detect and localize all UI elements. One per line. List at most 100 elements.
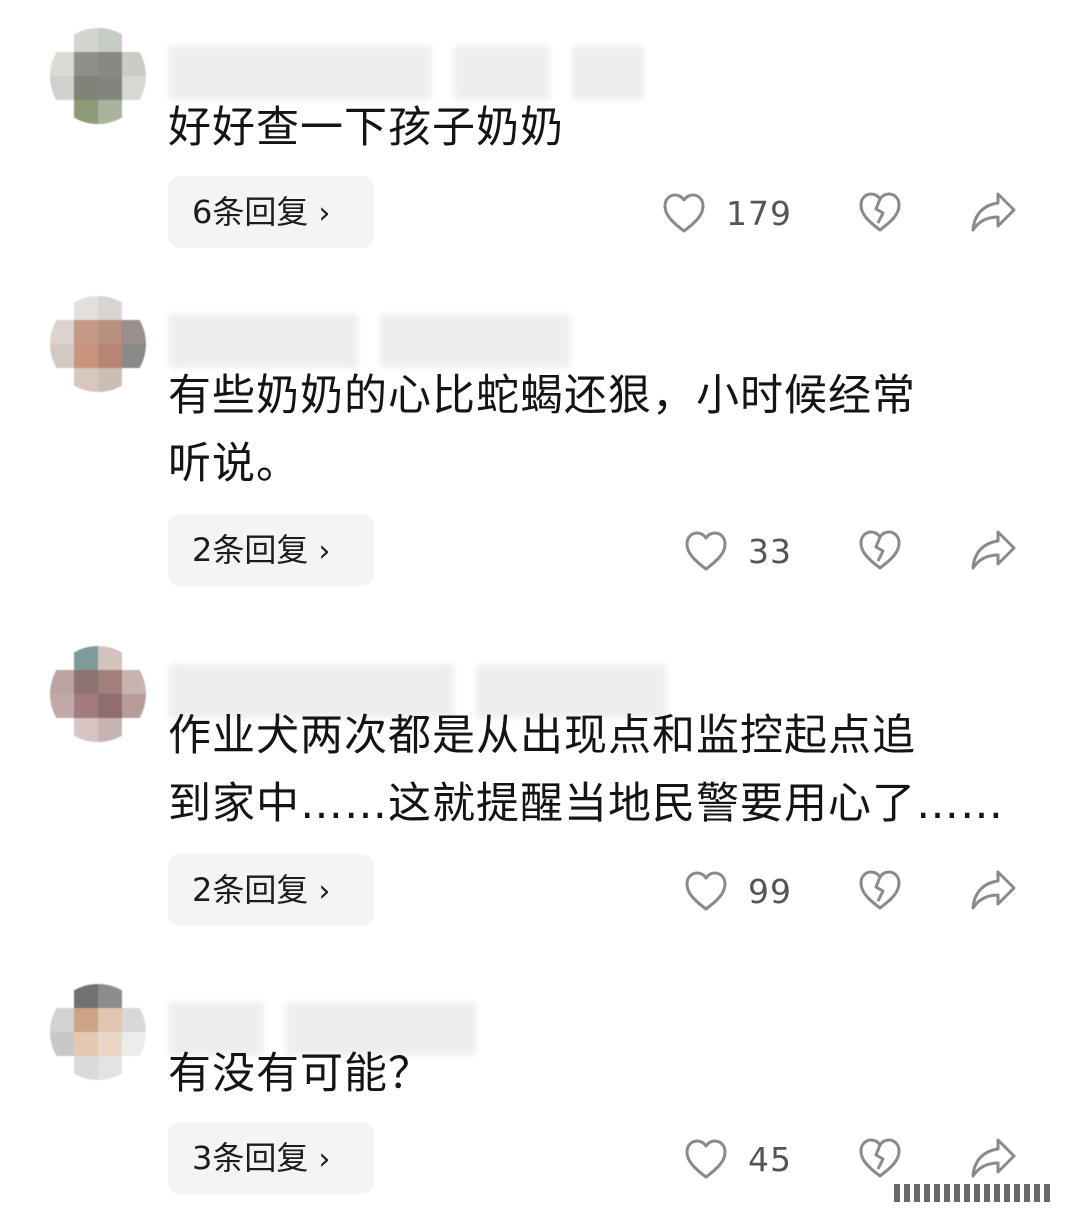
- avatar-pixel: [50, 670, 74, 694]
- replies-label: 2条回复: [192, 871, 309, 909]
- avatar-pixel: [122, 52, 146, 76]
- avatar-pixel: [74, 646, 98, 670]
- comment-text-line: 作业犬两次都是从出现点和监控起点追: [168, 711, 916, 761]
- avatar-pixel: [74, 344, 98, 368]
- avatar-pixel: [50, 984, 74, 1008]
- avatar-pixel: [122, 296, 146, 320]
- replies-label: 2条回复: [192, 531, 309, 569]
- broken-heart-icon[interactable]: [858, 528, 902, 572]
- share-arrow-icon[interactable]: [970, 1136, 1016, 1180]
- like-count: 179: [726, 193, 792, 233]
- comment-actions: 179: [660, 176, 1030, 248]
- avatar-pixel: [74, 694, 98, 718]
- comment-actions: 33: [660, 514, 1030, 586]
- like-button[interactable]: 99: [684, 868, 792, 914]
- like-button[interactable]: 45: [684, 1136, 792, 1182]
- avatar-pixel: [98, 1032, 122, 1056]
- avatar-pixel: [50, 1032, 74, 1056]
- heart-outline-icon: [685, 871, 727, 911]
- avatar[interactable]: [50, 28, 146, 124]
- avatar[interactable]: [50, 984, 146, 1080]
- avatar-pixel: [50, 320, 74, 344]
- comment-text-line: 好好查一下孩子奶奶: [168, 103, 564, 153]
- avatar-pixel: [50, 100, 74, 124]
- avatar-pixel: [50, 694, 74, 718]
- comment-text: 有没有可能？: [168, 1040, 1028, 1108]
- avatar-pixel: [74, 100, 98, 124]
- avatar-pixel: [98, 76, 122, 100]
- comment-text: 好好查一下孩子奶奶: [168, 94, 1028, 162]
- avatar-pixel: [74, 670, 98, 694]
- replies-label: 6条回复: [192, 193, 309, 231]
- comment-text: 有些奶奶的心比蛇蝎还狠，小时候经常 听说。: [168, 362, 1028, 498]
- comment-text-line: 有没有可能？: [168, 1049, 432, 1099]
- avatar-pixel: [74, 368, 98, 392]
- username-blurred[interactable]: [168, 314, 570, 368]
- view-replies-button[interactable]: 6条回复 ›: [168, 176, 374, 248]
- broken-heart-icon[interactable]: [858, 190, 902, 234]
- like-count: 33: [748, 531, 792, 571]
- avatar-pixel: [50, 1008, 74, 1032]
- avatar-pixel: [98, 694, 122, 718]
- avatar-pixel: [50, 28, 74, 52]
- comment-actions: 99: [660, 854, 1030, 926]
- avatar-pixel: [98, 344, 122, 368]
- chevron-right-icon: ›: [318, 1142, 331, 1177]
- avatar-pixel: [122, 984, 146, 1008]
- avatar-pixel: [122, 694, 146, 718]
- avatar-pixel: [122, 368, 146, 392]
- comment-text-line: 听说。: [168, 439, 300, 489]
- watermark: [894, 1184, 1054, 1202]
- avatar-pixel: [98, 718, 122, 742]
- comment-text-line: 有些奶奶的心比蛇蝎还狠，小时候经常: [168, 371, 916, 421]
- chevron-right-icon: ›: [318, 196, 331, 231]
- avatar-pixel: [122, 718, 146, 742]
- avatar-pixel: [74, 984, 98, 1008]
- view-replies-button[interactable]: 2条回复 ›: [168, 854, 374, 926]
- avatar-pixel: [74, 296, 98, 320]
- avatar-pixel: [122, 100, 146, 124]
- avatar-pixel: [98, 320, 122, 344]
- chevron-right-icon: ›: [318, 874, 331, 909]
- avatar-pixel: [98, 52, 122, 76]
- avatar-pixel: [50, 646, 74, 670]
- avatar-pixel: [122, 344, 146, 368]
- avatar-pixel: [122, 76, 146, 100]
- avatar-pixel: [98, 1056, 122, 1080]
- avatar-pixel: [74, 52, 98, 76]
- avatar-pixel: [98, 670, 122, 694]
- avatar-pixel: [98, 1008, 122, 1032]
- avatar-pixel: [98, 100, 122, 124]
- like-button[interactable]: 179: [662, 190, 792, 236]
- heart-outline-icon: [663, 193, 705, 233]
- avatar-pixel: [122, 1056, 146, 1080]
- avatar-pixel: [122, 646, 146, 670]
- like-count: 99: [748, 871, 792, 911]
- avatar-pixel: [74, 28, 98, 52]
- broken-heart-icon[interactable]: [858, 868, 902, 912]
- heart-outline-icon: [685, 1139, 727, 1179]
- avatar-pixel: [50, 718, 74, 742]
- avatar-pixel: [122, 320, 146, 344]
- avatar-pixel: [74, 76, 98, 100]
- like-button[interactable]: 33: [684, 528, 792, 574]
- avatar[interactable]: [50, 646, 146, 742]
- view-replies-button[interactable]: 3条回复 ›: [168, 1122, 374, 1194]
- avatar[interactable]: [50, 296, 146, 392]
- avatar-pixel: [74, 1008, 98, 1032]
- avatar-pixel: [50, 76, 74, 100]
- share-arrow-icon[interactable]: [970, 528, 1016, 572]
- avatar-pixel: [50, 1056, 74, 1080]
- broken-heart-icon[interactable]: [858, 1136, 902, 1180]
- share-arrow-icon[interactable]: [970, 190, 1016, 234]
- comment-text-line: 到家中……这就提醒当地民警要用心了……: [168, 779, 1004, 829]
- avatar-pixel: [98, 646, 122, 670]
- avatar-pixel: [122, 1032, 146, 1056]
- chevron-right-icon: ›: [318, 534, 331, 569]
- view-replies-button[interactable]: 2条回复 ›: [168, 514, 374, 586]
- avatar-pixel: [122, 670, 146, 694]
- replies-label: 3条回复: [192, 1139, 309, 1177]
- avatar-pixel: [98, 368, 122, 392]
- username-blurred[interactable]: [168, 46, 644, 100]
- share-arrow-icon[interactable]: [970, 868, 1016, 912]
